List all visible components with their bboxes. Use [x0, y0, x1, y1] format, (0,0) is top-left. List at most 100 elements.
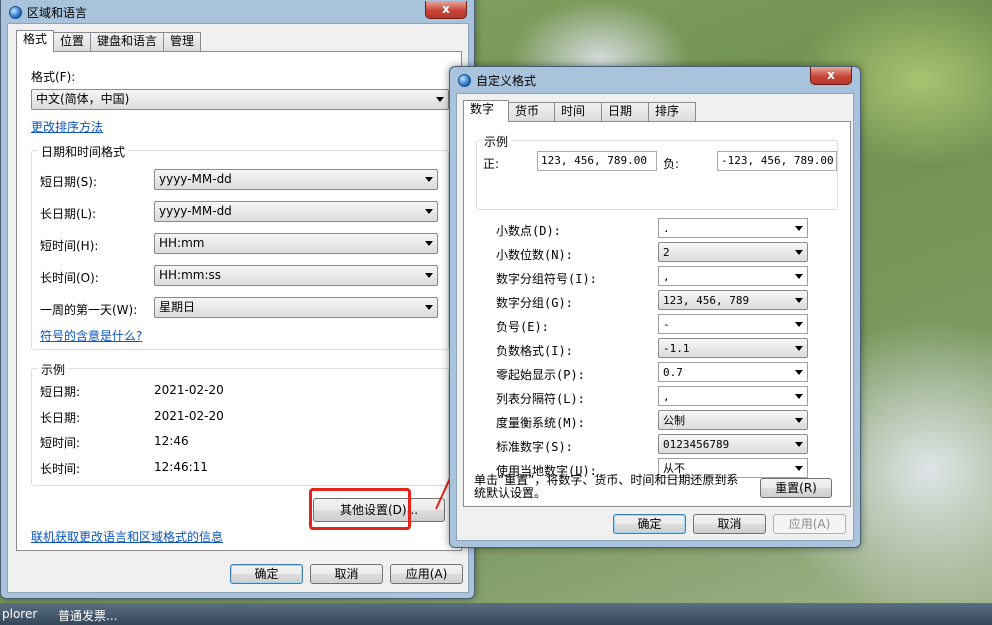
globe-icon [458, 73, 471, 87]
example-short-date-value: 2021-02-20 [154, 383, 224, 397]
window-title: 区域和语言 [27, 5, 88, 20]
short-date-dropdown[interactable]: yyyy-MM-dd [154, 169, 438, 190]
example-group-title: 示例 [481, 133, 512, 150]
window-titlebar: 自定义格式 [458, 71, 536, 89]
taskbar-item-explorer[interactable]: plorer [2, 607, 37, 621]
custom-row-dropdown[interactable]: -1.1 [658, 338, 808, 358]
example-short-date-label: 短日期: [40, 385, 81, 399]
annotation-highlight-box [309, 488, 411, 530]
custom-row-value: 公制 [663, 414, 685, 427]
custom-row-dropdown[interactable]: , [658, 266, 808, 286]
tab-administrative[interactable]: 管理 [163, 32, 202, 51]
short-time-dropdown[interactable]: HH:mm [154, 233, 438, 254]
custom-format-window: 自定义格式 x 数字 货币 时间 日期 排序 示例 正: 123, 456, 7… [449, 66, 861, 548]
chevron-down-icon [795, 442, 803, 447]
datetime-group-title: 日期和时间格式 [38, 143, 129, 160]
example-long-time-value: 12:46:11 [154, 460, 208, 474]
apply-button[interactable]: 应用(A) [390, 564, 463, 584]
chevron-down-icon [795, 226, 803, 231]
reset-description-line2: 统默认设置。 [474, 486, 547, 500]
custom-row-value: 0.7 [663, 366, 683, 379]
close-button[interactable]: x [810, 67, 852, 85]
tab-number[interactable]: 数字 [463, 100, 509, 122]
custom-row-dropdown[interactable]: - [658, 314, 808, 334]
chevron-down-icon [795, 346, 803, 351]
short-time-label: 短时间(H): [40, 239, 99, 253]
tab-date[interactable]: 日期 [601, 102, 649, 121]
example-long-time-label: 长时间: [40, 462, 81, 476]
format-tab-panel: 格式(F): 中文(简体，中国) 更改排序方法 日期和时间格式 短日期(S): … [16, 51, 462, 551]
symbols-meaning-link[interactable]: 符号的含意是什么? [40, 327, 142, 344]
custom-row-value: 2 [663, 246, 670, 259]
example-short-time-value: 12:46 [154, 434, 189, 448]
tab-location[interactable]: 位置 [53, 32, 92, 51]
tab-time[interactable]: 时间 [554, 102, 602, 121]
cancel-button[interactable]: 取消 [310, 564, 383, 584]
taskbar-item-invoice[interactable]: 普通发票... [58, 607, 117, 624]
custom-row-dropdown[interactable]: 0123456789 [658, 434, 808, 454]
chevron-down-icon [795, 418, 803, 423]
first-day-dropdown[interactable]: 星期日 [154, 297, 438, 318]
ok-button[interactable]: 确定 [230, 564, 303, 584]
long-time-value: HH:mm:ss [159, 268, 222, 282]
custom-row-value: -1.1 [663, 342, 690, 355]
long-date-dropdown[interactable]: yyyy-MM-dd [154, 201, 438, 222]
window-title: 自定义格式 [476, 73, 537, 88]
chevron-down-icon [795, 298, 803, 303]
tab-format[interactable]: 格式 [16, 30, 55, 52]
ok-button[interactable]: 确定 [613, 514, 686, 534]
format-dropdown-value: 中文(简体，中国) [36, 92, 130, 106]
chevron-down-icon [425, 209, 433, 214]
example-group-title: 示例 [38, 361, 69, 378]
example-group: 示例 正: 123, 456, 789.00 负: -123, 456, 789… [476, 133, 838, 210]
apply-button[interactable]: 应用(A) [773, 514, 846, 534]
custom-row-label: 小数位数(N): [496, 248, 573, 262]
online-info-link[interactable]: 联机获取更改语言和区域格式的信息 [31, 528, 223, 545]
positive-example-field: 123, 456, 789.00 [537, 151, 657, 171]
custom-row-dropdown[interactable]: 公制 [658, 410, 808, 430]
chevron-down-icon [425, 273, 433, 278]
example-long-date-value: 2021-02-20 [154, 409, 224, 423]
long-date-value: yyyy-MM-dd [159, 204, 232, 218]
custom-row-label: 列表分隔符(L): [496, 392, 585, 406]
globe-icon [9, 5, 22, 19]
chevron-down-icon [795, 466, 803, 471]
custom-row-label: 小数点(D): [496, 224, 561, 238]
negative-label: 负: [663, 157, 680, 171]
long-time-label: 长时间(O): [40, 271, 99, 285]
custom-row-label: 数字分组(G): [496, 296, 573, 310]
change-sort-method-link[interactable]: 更改排序方法 [31, 118, 103, 135]
short-date-label: 短日期(S): [40, 175, 98, 189]
custom-row-label: 零起始显示(P): [496, 368, 585, 382]
format-label: 格式(F): [31, 70, 76, 84]
taskbar: plorer 普通发票... [0, 603, 992, 625]
custom-row-value: - [663, 318, 670, 331]
custom-row-value: , [663, 390, 670, 403]
chevron-down-icon [425, 241, 433, 246]
custom-row-dropdown[interactable]: 2 [658, 242, 808, 262]
long-time-dropdown[interactable]: HH:mm:ss [154, 265, 438, 286]
chevron-down-icon [436, 97, 444, 102]
negative-example-field: -123, 456, 789.00 [717, 151, 837, 171]
custom-row-value: , [663, 270, 670, 283]
example-short-time-label: 短时间: [40, 436, 81, 450]
tab-strip: 数字 货币 时间 日期 排序 [463, 100, 696, 122]
tab-currency[interactable]: 货币 [508, 102, 555, 121]
first-day-label: 一周的第一天(W): [40, 303, 138, 317]
tab-sort[interactable]: 排序 [648, 102, 696, 121]
custom-row-dropdown[interactable]: 0.7 [658, 362, 808, 382]
custom-row-dropdown[interactable]: . [658, 218, 808, 238]
tab-keyboard-language[interactable]: 键盘和语言 [90, 32, 165, 51]
datetime-format-group: 日期和时间格式 短日期(S): yyyy-MM-dd 长日期(L): yyyy-… [31, 143, 449, 350]
close-button[interactable]: x [425, 1, 467, 19]
chevron-down-icon [795, 394, 803, 399]
reset-button[interactable]: 重置(R) [760, 478, 832, 498]
custom-row-dropdown[interactable]: , [658, 386, 808, 406]
cancel-button[interactable]: 取消 [693, 514, 766, 534]
custom-row-dropdown[interactable]: 123, 456, 789 [658, 290, 808, 310]
chevron-down-icon [425, 177, 433, 182]
format-dropdown[interactable]: 中文(简体，中国) [31, 89, 449, 110]
window-body: 数字 货币 时间 日期 排序 示例 正: 123, 456, 789.00 负:… [456, 93, 854, 541]
short-time-value: HH:mm [159, 236, 205, 250]
custom-row-label: 标准数字(S): [496, 440, 573, 454]
